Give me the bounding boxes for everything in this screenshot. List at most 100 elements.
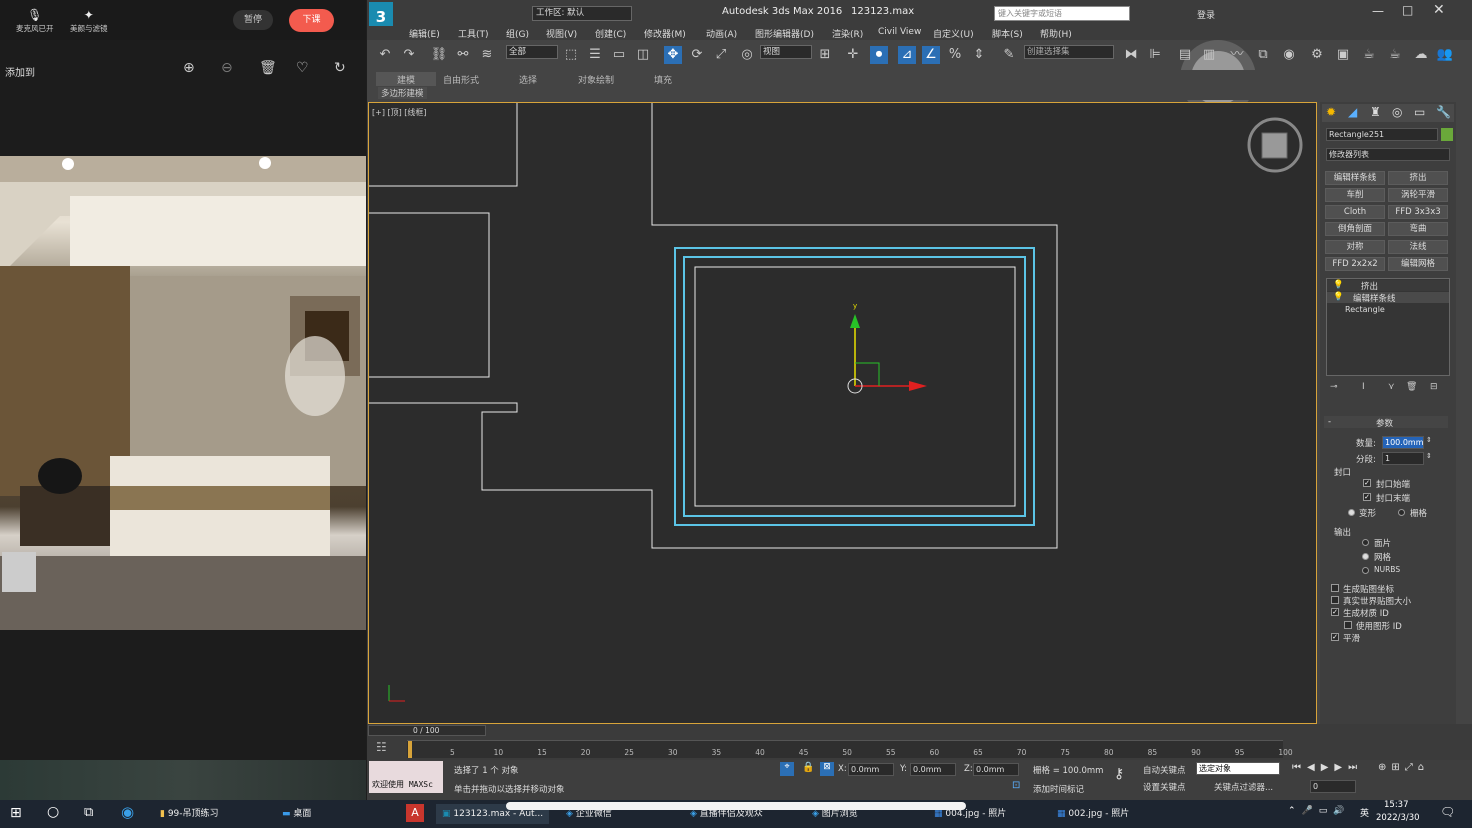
tab-populate[interactable]: 填充 bbox=[654, 73, 672, 86]
amount-field[interactable]: 100.0mm bbox=[1382, 436, 1424, 449]
select-object-icon[interactable]: ⬚ bbox=[562, 46, 580, 64]
edge-browser-icon[interactable]: ◉ bbox=[121, 803, 134, 821]
menu-civil-view[interactable]: Civil View bbox=[878, 27, 921, 37]
smooth-checkbox[interactable]: ✓ bbox=[1331, 633, 1339, 641]
menu-create[interactable]: 创建(C) bbox=[595, 27, 626, 40]
taskbar-item-photo-002[interactable]: ▦ 002.jpg - 照片 bbox=[1057, 804, 1129, 824]
window-crossing-icon[interactable]: ◫ bbox=[634, 46, 652, 64]
taskbar-item-folder[interactable]: ▮ 99-吊顶练习 bbox=[160, 804, 219, 824]
params-rollout-header[interactable]: - 参数 bbox=[1324, 416, 1448, 429]
render-production-icon[interactable]: ☕ bbox=[1360, 46, 1378, 64]
tab-modeling[interactable]: 建模 bbox=[397, 73, 415, 86]
pin-stack-icon[interactable]: ⊸ bbox=[1330, 382, 1338, 392]
link-icon[interactable]: ⛓ bbox=[430, 46, 448, 64]
segments-field[interactable]: 1 bbox=[1382, 452, 1424, 465]
material-editor-icon[interactable]: ◉ bbox=[1280, 46, 1298, 64]
create-tab-icon[interactable]: ✹ bbox=[1326, 105, 1336, 119]
close-icon[interactable]: ✕ bbox=[1433, 2, 1445, 18]
motion-tab-icon[interactable]: ◎ bbox=[1392, 105, 1402, 119]
display-tab-icon[interactable]: ▭ bbox=[1414, 105, 1425, 119]
menu-rendering[interactable]: 渲染(R) bbox=[832, 27, 863, 40]
edit-named-selection-icon[interactable]: ✎ bbox=[1000, 46, 1018, 64]
delete-icon[interactable]: 🗑 bbox=[259, 60, 277, 76]
modifier-ffd333-button[interactable]: FFD 3x3x3 bbox=[1388, 205, 1448, 219]
playback-controls[interactable]: ⏮◀▶▶⏭ bbox=[1292, 762, 1363, 773]
select-move-icon[interactable]: ✥ bbox=[664, 46, 682, 64]
menu-scripting[interactable]: 脚本(S) bbox=[992, 27, 1023, 40]
zoom-out-icon[interactable]: ⊖ bbox=[221, 60, 233, 76]
modifier-cloth-button[interactable]: Cloth bbox=[1325, 205, 1385, 219]
favorite-icon[interactable]: ♡ bbox=[296, 60, 309, 76]
patch-radio[interactable] bbox=[1362, 539, 1369, 546]
use-shape-id-checkbox[interactable] bbox=[1344, 621, 1352, 629]
gen-mat-id-checkbox[interactable]: ✓ bbox=[1331, 608, 1339, 616]
modifier-symmetry-button[interactable]: 对称 bbox=[1325, 240, 1385, 254]
menu-group[interactable]: 组(G) bbox=[506, 27, 529, 40]
percent-snap-icon[interactable]: % bbox=[946, 46, 964, 64]
undo-icon[interactable]: ↶ bbox=[376, 46, 394, 64]
rect-selection-icon[interactable]: ▭ bbox=[610, 46, 628, 64]
modifier-turbosmooth-button[interactable]: 涡轮平滑 bbox=[1388, 188, 1448, 202]
menu-modifiers[interactable]: 修改器(M) bbox=[644, 27, 686, 40]
modifier-edit-mesh-button[interactable]: 编辑网格 bbox=[1388, 257, 1448, 271]
menu-tools[interactable]: 工具(T) bbox=[458, 27, 489, 40]
minimize-icon[interactable]: — bbox=[1372, 4, 1384, 18]
utilities-tab-icon[interactable]: 🔧 bbox=[1436, 105, 1451, 119]
object-name-field[interactable]: Rectangle251 bbox=[1326, 128, 1438, 141]
time-tag-icon[interactable]: ⊡ bbox=[1012, 780, 1020, 791]
render-activeshade-icon[interactable]: ☁ bbox=[1412, 46, 1430, 64]
key-selection-select[interactable]: 选定对象 bbox=[1196, 762, 1280, 775]
modifier-extrude-button[interactable]: 挤出 bbox=[1388, 171, 1448, 185]
menu-customize[interactable]: 自定义(U) bbox=[933, 27, 974, 40]
tab-selection[interactable]: 选择 bbox=[519, 73, 537, 86]
modifier-normal-button[interactable]: 法线 bbox=[1388, 240, 1448, 254]
taskbar-item-desktop[interactable]: ▬ 桌面 bbox=[282, 804, 311, 824]
hierarchy-tab-icon[interactable]: ♜ bbox=[1370, 105, 1381, 119]
reference-coord-select[interactable]: 视图 bbox=[760, 45, 812, 59]
top-viewport[interactable]: [+] [顶] [线框] y bbox=[368, 102, 1317, 724]
pivot-center-icon[interactable]: ⊞ bbox=[816, 46, 834, 64]
maxscript-listener[interactable]: 欢迎使用 MAXSc bbox=[369, 761, 443, 793]
add-time-tag-button[interactable]: 添加时间标记 bbox=[1033, 783, 1084, 795]
beauty-filter-button[interactable]: ✦ 美颜与滤镜 bbox=[70, 8, 108, 33]
input-language[interactable]: 英 bbox=[1360, 806, 1369, 819]
current-frame-marker[interactable] bbox=[408, 741, 412, 758]
stack-item-extrude[interactable]: 💡 挤出 bbox=[1327, 280, 1449, 292]
cap-start-checkbox[interactable]: ✓ bbox=[1363, 479, 1371, 487]
manipulate-icon[interactable]: ✛ bbox=[844, 46, 862, 64]
zoom-in-icon[interactable]: ⊕ bbox=[183, 60, 195, 76]
object-color-swatch[interactable] bbox=[1441, 128, 1453, 141]
select-by-name-icon[interactable]: ☰ bbox=[586, 46, 604, 64]
menu-view[interactable]: 视图(V) bbox=[546, 27, 577, 40]
bind-spacewarp-icon[interactable]: ≋ bbox=[478, 46, 496, 64]
menu-animation[interactable]: 动画(A) bbox=[706, 27, 737, 40]
morph-radio[interactable] bbox=[1348, 509, 1355, 516]
auto-key-button[interactable]: 自动关键点 bbox=[1143, 764, 1186, 776]
modifier-ffd222-button[interactable]: FFD 2x2x2 bbox=[1325, 257, 1385, 271]
viewport-nav-controls[interactable]: ⊕⊞⤢⌂ bbox=[1378, 762, 1429, 773]
key-filters-button[interactable]: 关键点过滤器... bbox=[1214, 781, 1273, 793]
search-icon[interactable]: ○ bbox=[47, 804, 59, 820]
time-slider[interactable]: 0 / 100 bbox=[368, 725, 486, 736]
absolute-mode-icon[interactable]: ⊠ bbox=[820, 762, 834, 776]
login-button[interactable]: 登录 bbox=[1197, 8, 1215, 21]
current-frame-field[interactable]: 0 bbox=[1310, 780, 1356, 793]
grid-radio[interactable] bbox=[1398, 509, 1405, 516]
modifier-list-select[interactable]: 修改器列表 bbox=[1326, 148, 1450, 161]
track-bar-menu-icon[interactable]: ☷ bbox=[376, 740, 387, 754]
workspace-select[interactable]: 工作区: 默认 bbox=[532, 6, 632, 21]
modifier-bevel-profile-button[interactable]: 倒角剖面 bbox=[1325, 222, 1385, 236]
ribbon-polygon-modeling[interactable]: 多边形建模 bbox=[378, 87, 427, 99]
align-icon[interactable]: ⊫ bbox=[1146, 46, 1164, 64]
x-coord-field[interactable]: 0.0mm bbox=[848, 763, 894, 776]
configure-sets-icon[interactable]: ⊟ bbox=[1430, 382, 1438, 392]
mic-button[interactable]: 🎙 麦克风已开 bbox=[16, 8, 54, 33]
z-coord-field[interactable]: 0.0mm bbox=[973, 763, 1019, 776]
rotate-icon[interactable]: ↻ bbox=[334, 60, 346, 76]
search-input[interactable]: 键入关键字或短语 bbox=[994, 6, 1130, 21]
real-world-map-checkbox[interactable] bbox=[1331, 596, 1339, 604]
y-coord-field[interactable]: 0.0mm bbox=[910, 763, 956, 776]
stack-item-edit-spline[interactable]: 💡 编辑样条线 bbox=[1327, 292, 1449, 304]
remove-modifier-icon[interactable]: 🗑 bbox=[1406, 382, 1417, 392]
menu-graph-editors[interactable]: 图形编辑器(D) bbox=[755, 27, 814, 40]
